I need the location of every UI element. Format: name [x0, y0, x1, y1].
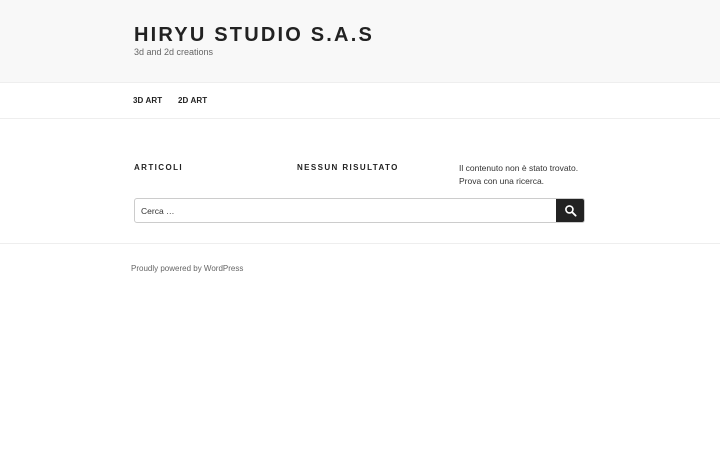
site-header: HIRYU STUDIO S.A.S 3d and 2d creations — [0, 0, 720, 83]
nav-item-2d-art[interactable]: 2D ART — [178, 96, 207, 106]
no-results-heading: NESSUN RISULTATO — [297, 163, 399, 172]
site-title-link[interactable]: HIRYU STUDIO S.A.S — [134, 23, 374, 47]
search-button[interactable] — [556, 199, 584, 222]
not-found-message: Il contenuto non è stato trovato. Prova … — [459, 163, 579, 186]
site-tagline: 3d and 2d creations — [134, 47, 214, 57]
main-navigation: 3D ART 2D ART — [0, 83, 720, 119]
footer-divider — [0, 243, 720, 244]
search-input[interactable] — [135, 199, 555, 222]
search-icon — [564, 205, 577, 217]
powered-by-link[interactable]: Proudly powered by WordPress — [131, 264, 243, 274]
search-form — [134, 198, 585, 223]
articles-heading: ARTICOLI — [134, 163, 183, 172]
nav-item-3d-art[interactable]: 3D ART — [133, 96, 162, 106]
